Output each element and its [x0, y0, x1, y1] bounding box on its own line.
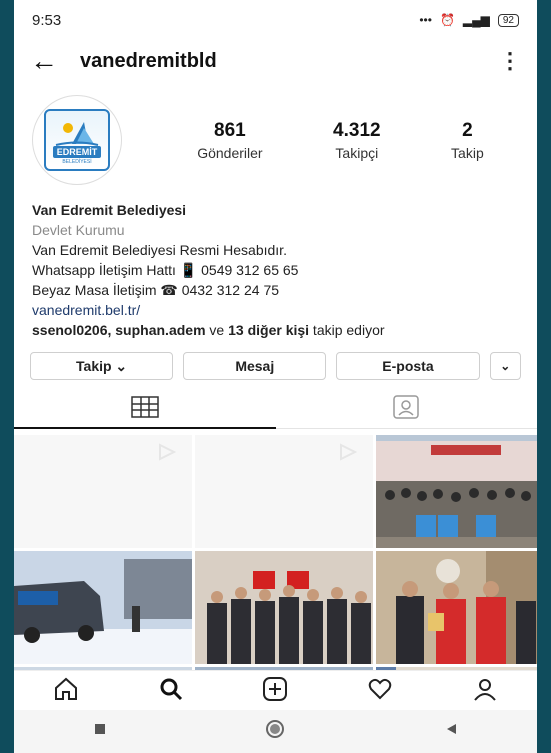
post-thumbnail[interactable]	[195, 435, 373, 548]
avatar[interactable]: EDREMİT BELEDİYESİ	[32, 95, 122, 185]
post-image-blank	[195, 435, 373, 548]
bio-website-link[interactable]: vanedremit.bel.tr/	[32, 300, 519, 320]
bio-phone: Beyaz Masa İletişim ☎ 0432 312 24 75	[32, 282, 280, 298]
heart-icon[interactable]	[367, 676, 393, 707]
dots-icon: •••	[419, 13, 432, 27]
followed-count: 13 diğer kişi	[228, 322, 310, 338]
followed-connector: ve	[205, 322, 229, 338]
post-image-school-group	[376, 435, 537, 548]
stat-followers[interactable]: 4.312 Takipçi	[333, 120, 381, 161]
phone-screen: 9:53 ••• ⏰ ▂▄▆ 92 ← vanedremitbld ⋮ EDRE…	[14, 0, 537, 753]
followed-tail: takip ediyor	[309, 322, 385, 338]
follow-button[interactable]: Takip ⌄	[30, 352, 174, 380]
top-bar: ← vanedremitbld ⋮	[14, 40, 537, 82]
post-thumbnail[interactable]	[14, 551, 192, 664]
system-home-icon[interactable]	[264, 718, 286, 745]
followed-by-text[interactable]: ssenol0206, suphan.adem ve 13 diğer kişi…	[32, 320, 519, 340]
stat-following[interactable]: 2 Takip	[451, 120, 484, 161]
post-image-blank	[14, 435, 192, 548]
search-icon[interactable]	[158, 676, 184, 707]
signal-icon: ▂▄▆	[462, 13, 490, 27]
post-thumbnail[interactable]	[376, 551, 537, 664]
bio-line: Van Edremit Belediyesi Resmi Hesabıdır.	[32, 242, 287, 258]
more-options-icon[interactable]: ⋮	[499, 48, 521, 74]
logo-text: EDREMİT	[52, 146, 102, 158]
status-icons: ••• ⏰ ▂▄▆ 92	[419, 13, 519, 27]
profile-bio: Van Edremit Belediyesi Devlet Kurumu Van…	[14, 190, 537, 340]
bottom-navigation	[14, 670, 537, 711]
tab-grid[interactable]	[14, 386, 276, 429]
stat-following-label: Takip	[451, 144, 484, 161]
person-tag-icon	[393, 395, 419, 419]
alarm-icon: ⏰	[439, 13, 455, 27]
profile-tabs	[14, 386, 537, 429]
profile-header: EDREMİT BELEDİYESİ 861 Gönderiler 4.312 …	[14, 82, 537, 190]
suggestions-toggle-button[interactable]: ⌄	[489, 352, 521, 380]
bio-category: Devlet Kurumu	[32, 222, 125, 238]
system-navigation	[14, 710, 537, 753]
followed-users: ssenol0206, suphan.adem	[32, 322, 206, 338]
tab-tagged[interactable]	[276, 386, 538, 428]
logo-subtext: BELEDİYESİ	[62, 159, 92, 165]
profile-stats: 861 Gönderiler 4.312 Takipçi 2 Takip	[122, 120, 519, 161]
add-post-icon[interactable]	[262, 676, 288, 707]
status-time: 9:53	[32, 11, 62, 29]
stat-followers-value: 4.312	[333, 119, 381, 141]
stat-posts-value: 861	[214, 119, 246, 141]
stat-posts[interactable]: 861 Gönderiler	[197, 120, 262, 161]
post-image-officials-group	[195, 551, 373, 664]
post-thumbnail[interactable]	[14, 435, 192, 548]
logo-sail-icon	[55, 122, 99, 146]
message-button[interactable]: Mesaj	[183, 352, 327, 380]
bio-whatsapp: Whatsapp İletişim Hattı 📱 0549 312 65 65	[32, 262, 299, 278]
stat-followers-label: Takipçi	[335, 144, 379, 161]
profile-username: vanedremitbld	[80, 49, 217, 72]
recents-icon[interactable]	[93, 722, 107, 741]
home-icon[interactable]	[53, 676, 79, 707]
post-image-snow-van	[14, 551, 192, 664]
email-button[interactable]: E-posta	[336, 352, 480, 380]
back-arrow-icon[interactable]: ←	[30, 47, 58, 75]
bio-name: Van Edremit Belediyesi	[32, 202, 187, 218]
post-thumbnail[interactable]	[376, 435, 537, 548]
grid-icon	[131, 396, 159, 418]
battery-indicator: 92	[497, 13, 519, 27]
municipality-logo: EDREMİT BELEDİYESİ	[44, 109, 110, 171]
profile-actions: Takip ⌄ Mesaj E-posta ⌄	[14, 340, 537, 380]
profile-icon[interactable]	[472, 676, 498, 707]
status-bar: 9:53 ••• ⏰ ▂▄▆ 92	[14, 0, 537, 40]
stat-following-value: 2	[462, 119, 473, 141]
stat-posts-label: Gönderiler	[197, 144, 263, 161]
post-image-award	[376, 551, 537, 664]
post-thumbnail[interactable]	[195, 551, 373, 664]
system-back-icon[interactable]	[444, 722, 458, 741]
